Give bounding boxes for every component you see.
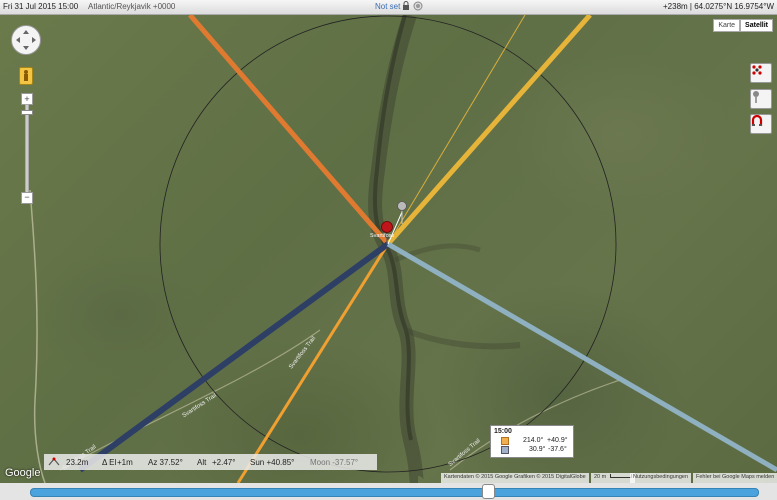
time-popup: 15:00 214.0° +40.9° 30.9° -37.6°	[490, 425, 574, 458]
delta-el-label: Δ El	[102, 458, 117, 467]
sunrise-line	[188, 15, 390, 246]
popup-time: 15:00	[494, 428, 512, 435]
altitude-label: Alt	[197, 458, 207, 467]
pin-icon[interactable]	[750, 89, 772, 109]
scale-bar: 20 m	[591, 473, 635, 483]
sunset-line	[386, 15, 592, 246]
coordinates[interactable]: +238m | 64.0275°N 16.9754°W	[663, 2, 774, 11]
moon-altitude: Moon -37.57°	[310, 458, 359, 467]
time-slider-bar	[0, 483, 777, 500]
scale-label: 20 m	[594, 474, 607, 480]
trail	[29, 189, 46, 483]
toggle-icon[interactable]	[413, 1, 423, 13]
map-type-control: Karte Satellit	[713, 19, 773, 32]
pegman-icon[interactable]	[19, 67, 33, 85]
zoom-thumb[interactable]	[21, 110, 33, 115]
date-time[interactable]: Fri 31 Jul 2015 15:00	[3, 2, 78, 11]
timezone[interactable]: Atlantic/Reykjavik +0000	[88, 2, 175, 11]
distance-value: 23.2m	[66, 458, 89, 467]
map-type-satellite[interactable]: Satellit	[740, 19, 773, 32]
time-slider-thumb[interactable]	[482, 484, 495, 499]
info-bar: 23.2m Δ El +1m Az 37.52° Alt +2.47° Sun …	[44, 454, 377, 470]
pan-arrows-icon[interactable]	[11, 25, 41, 55]
lock-icon[interactable]	[402, 1, 410, 13]
top-bar: Fri 31 Jul 2015 15:00 Atlantic/Reykjavik…	[0, 0, 777, 15]
sun-altitude: Sun +40.85°	[250, 458, 295, 467]
report-link[interactable]: Fehler bei Google Maps melden	[693, 473, 777, 483]
minus-icon[interactable]: −	[21, 192, 33, 204]
moon-line	[78, 241, 390, 473]
moon-swatch	[501, 446, 509, 454]
altitude-value: +2.47°	[212, 458, 236, 467]
shadow-line	[386, 241, 777, 473]
satellite-map[interactable]: Svartifoss Trail Svartifoss Trail Svarti…	[0, 15, 777, 483]
map-overlay	[29, 15, 777, 483]
zoom-slider[interactable]	[25, 104, 29, 194]
marker-label: Svartifoss	[370, 233, 395, 239]
sun-swatch	[501, 437, 509, 445]
delta-el-value: +1m	[117, 458, 133, 467]
azimuth-value: Az 37.52°	[148, 458, 183, 467]
terms-link[interactable]: Nutzungsbedingungen	[630, 473, 692, 483]
popup-moon-alt: -37.6°	[548, 446, 567, 453]
sun-azimuth-line	[236, 243, 390, 483]
attribution: Kartendaten © 2015 Google Grafiken © 201…	[441, 473, 589, 483]
popup-sun-alt: +40.9°	[547, 437, 568, 444]
markers-icon[interactable]	[750, 63, 772, 83]
map-type-karte[interactable]: Karte	[713, 19, 741, 32]
magnet-icon[interactable]	[750, 114, 772, 134]
sun-direction-line	[387, 15, 526, 245]
scale-line	[609, 474, 632, 478]
google-logo[interactable]: Google	[5, 467, 40, 479]
popup-moon-az: 30.9°	[529, 446, 546, 453]
popup-sun-az: 214.0°	[523, 437, 544, 444]
time-slider-track[interactable]	[30, 488, 759, 497]
not-set-link[interactable]: Not set	[375, 2, 400, 11]
target-pin-icon[interactable]	[397, 201, 407, 225]
